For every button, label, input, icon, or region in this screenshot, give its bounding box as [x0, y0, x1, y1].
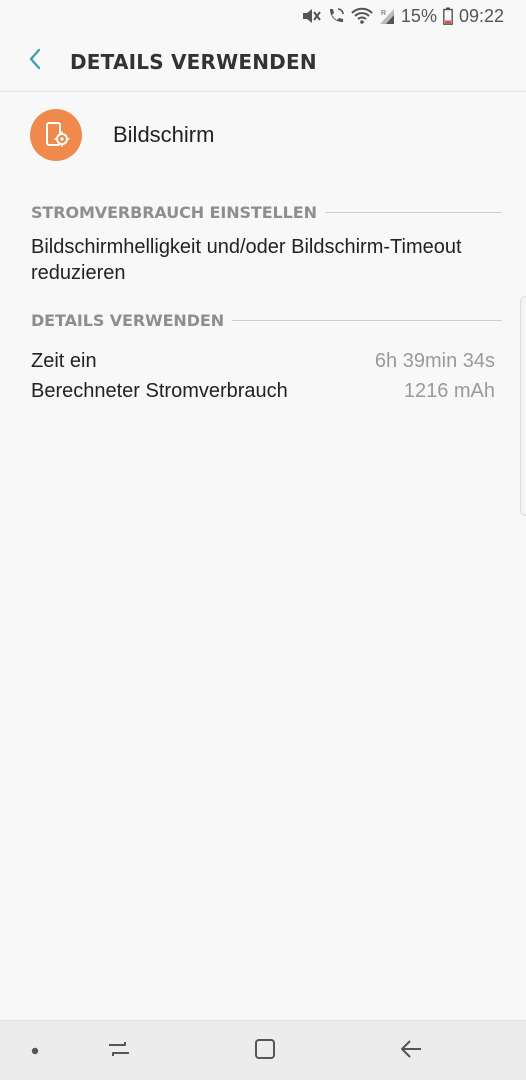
dot-icon: [31, 1042, 39, 1060]
home-button[interactable]: [240, 1021, 290, 1080]
wifi-call-icon: [327, 7, 345, 25]
screen: R 15% 09:22 DETAILS VERWENDEN Bildschirm…: [0, 0, 526, 1080]
divider: [324, 211, 502, 213]
detail-label: Zeit ein: [31, 349, 97, 372]
back-button[interactable]: [0, 32, 70, 92]
back-nav-button[interactable]: [386, 1021, 436, 1080]
detail-value: 1216 mAh: [403, 379, 495, 402]
app-bar: DETAILS VERWENDEN: [0, 32, 526, 92]
app-header: Bildschirm: [30, 108, 496, 162]
edge-panel-handle[interactable]: [520, 296, 526, 516]
detail-value: 6h 39min 34s: [374, 349, 495, 372]
section-title: DETAILS VERWENDEN: [31, 310, 225, 330]
dot-button[interactable]: [20, 1021, 50, 1080]
detail-row-power-usage: Berechneter Stromverbrauch 1216 mAh: [31, 377, 495, 405]
svg-text:R: R: [381, 10, 386, 17]
battery-percent: 15%: [400, 5, 437, 26]
detail-label: Berechneter Stromverbrauch: [31, 379, 288, 402]
navigation-bar: [0, 1020, 526, 1080]
home-icon: [254, 1038, 276, 1065]
signal-icon: R: [379, 7, 395, 25]
status-bar: R 15% 09:22: [0, 0, 526, 32]
app-name: Bildschirm: [113, 122, 215, 147]
detail-row-time-on: Zeit ein 6h 39min 34s: [31, 347, 495, 375]
recent-apps-button[interactable]: [94, 1021, 144, 1080]
section-header-power-settings: STROMVERBRAUCH EINSTELLEN: [31, 200, 502, 224]
recent-apps-icon: [107, 1039, 131, 1064]
power-tip[interactable]: Bildschirmhelligkeit und/oder Bildschirm…: [31, 234, 496, 286]
page-title: DETAILS VERWENDEN: [70, 49, 317, 74]
section-title: STROMVERBRAUCH EINSTELLEN: [31, 202, 317, 222]
battery-icon: [443, 7, 453, 25]
wifi-icon: [351, 7, 373, 25]
mute-icon: [301, 7, 321, 25]
chevron-left-icon: [28, 48, 42, 75]
clock: 09:22: [458, 5, 504, 26]
divider: [232, 319, 502, 321]
section-header-usage-details: DETAILS VERWENDEN: [31, 308, 502, 332]
back-arrow-icon: [399, 1039, 423, 1064]
screen-settings-icon: [30, 109, 82, 161]
